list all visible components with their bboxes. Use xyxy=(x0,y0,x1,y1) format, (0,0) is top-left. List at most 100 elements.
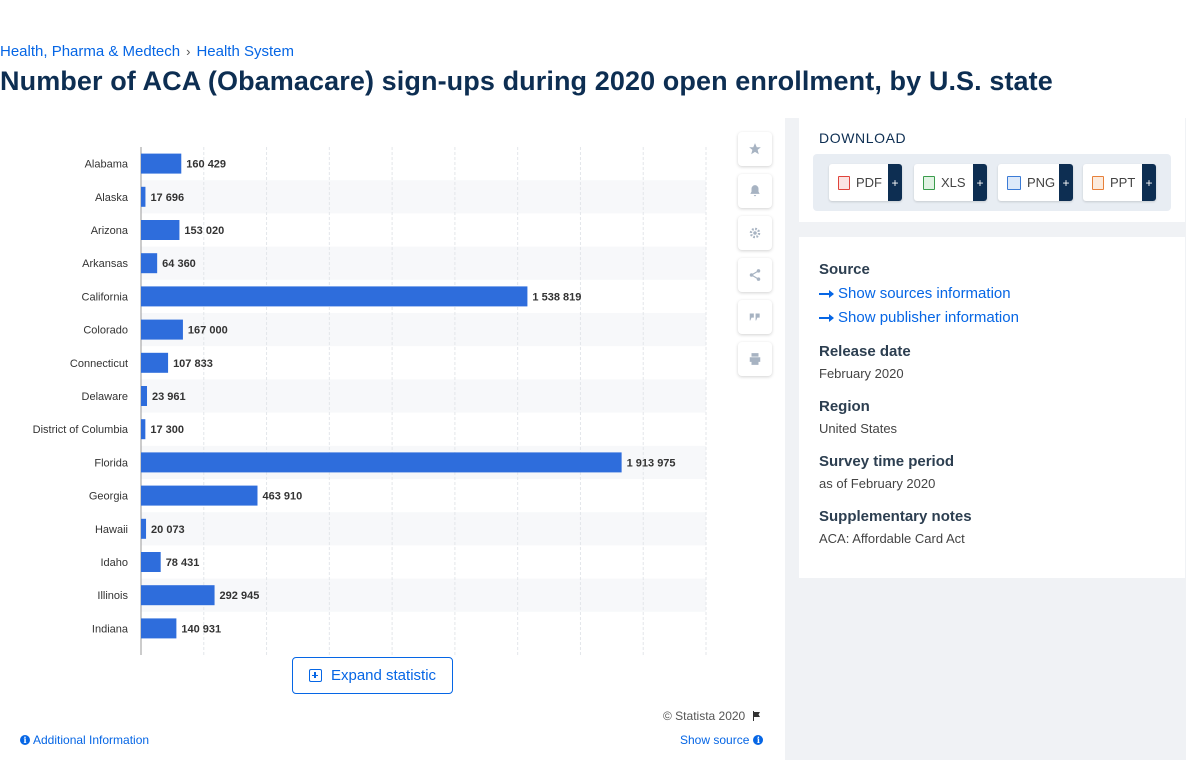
arrow-right-icon xyxy=(819,313,834,322)
download-xls-button[interactable]: XLS + xyxy=(914,164,987,201)
category-label: Illinois xyxy=(97,590,128,602)
additional-information-label: Additional Information xyxy=(33,733,150,747)
row-band xyxy=(141,246,706,280)
show-sources-link[interactable]: Show sources information xyxy=(819,285,1011,302)
data-label: 1 913 975 xyxy=(627,457,676,469)
region-label: Region xyxy=(819,398,870,415)
bar-hawaii[interactable] xyxy=(141,518,147,539)
download-ppt-button[interactable]: PPT + xyxy=(1083,164,1156,201)
category-label: Hawaii xyxy=(95,524,128,536)
download-pdf-label: PDF xyxy=(856,175,882,190)
expand-statistic-label: Expand statistic xyxy=(330,667,437,684)
notification-button[interactable] xyxy=(738,174,772,208)
copyright-text: © Statista 2020 xyxy=(663,709,746,723)
bar-delaware[interactable] xyxy=(141,386,148,406)
category-label: Alabama xyxy=(85,159,129,171)
chart-toolbar xyxy=(738,132,772,384)
source-label: Source xyxy=(819,261,870,278)
data-label: 463 910 xyxy=(262,491,302,503)
info-icon: i xyxy=(20,735,30,745)
data-label: 160 429 xyxy=(186,159,226,171)
statistic-details-card: Source Show sources information Show pub… xyxy=(799,237,1185,578)
share-icon xyxy=(749,269,761,281)
data-label: 153 020 xyxy=(184,225,224,237)
bar-georgia[interactable] xyxy=(141,485,258,506)
download-card: DOWNLOAD PDF + XLS + PNG + PPT + xyxy=(799,118,1185,222)
download-xls-label: XLS xyxy=(941,175,966,190)
download-png-plus[interactable]: + xyxy=(1059,164,1073,201)
row-band xyxy=(141,180,706,214)
category-label: Arkansas xyxy=(82,258,128,270)
chart-card: Alabama 160 429 Alaska 17 696 Arizona 153 020… xyxy=(0,118,785,760)
category-label: Indiana xyxy=(92,623,129,635)
arrow-right-icon xyxy=(819,289,834,298)
category-label: Arizona xyxy=(91,225,129,237)
share-button[interactable] xyxy=(738,258,772,292)
show-sources-label: Show sources information xyxy=(838,285,1011,302)
bar-connecticut[interactable] xyxy=(141,352,169,373)
bar-idaho[interactable] xyxy=(141,552,161,572)
release-date-value: February 2020 xyxy=(819,366,904,381)
category-label: California xyxy=(82,291,129,303)
download-title: DOWNLOAD xyxy=(819,130,907,146)
breadcrumb-category-link[interactable]: Health, Pharma & Medtech xyxy=(0,43,180,60)
breadcrumb-subcategory-link[interactable]: Health System xyxy=(196,43,294,60)
flag-icon[interactable] xyxy=(751,710,763,722)
info-icon: i xyxy=(753,735,764,745)
data-label: 17 300 xyxy=(150,424,184,436)
bar-florida[interactable] xyxy=(141,452,622,473)
data-label: 1 538 819 xyxy=(532,291,581,303)
png-file-icon xyxy=(1007,175,1021,190)
category-label: Georgia xyxy=(89,491,129,503)
row-band xyxy=(141,379,706,413)
download-png-label: PNG xyxy=(1027,175,1056,190)
download-ppt-plus[interactable]: + xyxy=(1142,164,1156,201)
category-label: Delaware xyxy=(82,391,128,403)
supplementary-notes-label: Supplementary notes xyxy=(819,508,972,525)
bar-indiana[interactable] xyxy=(141,618,177,639)
page-title: Number of ACA (Obamacare) sign-ups durin… xyxy=(0,66,1053,96)
show-source-link[interactable]: Show source i xyxy=(680,733,764,747)
data-label: 17 696 xyxy=(150,192,184,204)
survey-period-label: Survey time period xyxy=(819,453,955,470)
download-png-button[interactable]: PNG + xyxy=(998,164,1073,201)
show-source-label: Show source xyxy=(680,733,750,747)
bar-california[interactable] xyxy=(141,286,528,307)
bar-arkansas[interactable] xyxy=(141,253,158,274)
xls-file-icon xyxy=(923,175,935,190)
data-label: 167 000 xyxy=(188,325,228,337)
pdf-file-icon xyxy=(838,175,850,190)
data-label: 107 833 xyxy=(173,358,213,370)
copyright: © Statista 2020 xyxy=(663,709,763,723)
bar-district-of-columbia[interactable] xyxy=(141,419,146,440)
download-pdf-button[interactable]: PDF + xyxy=(829,164,902,201)
row-band xyxy=(141,512,706,546)
bar-alaska[interactable] xyxy=(141,186,146,207)
bar-alabama[interactable] xyxy=(141,153,182,174)
bar-arizona[interactable] xyxy=(141,220,180,240)
expand-statistic-button[interactable]: Expand statistic xyxy=(292,657,453,694)
print-button[interactable] xyxy=(738,342,772,376)
data-label: 23 961 xyxy=(152,391,186,403)
download-ppt-label: PPT xyxy=(1110,175,1136,190)
data-label: 292 945 xyxy=(220,590,260,602)
bar-illinois[interactable] xyxy=(141,585,215,606)
category-label: Florida xyxy=(94,457,129,469)
gear-icon xyxy=(749,227,761,239)
show-publisher-link[interactable]: Show publisher information xyxy=(819,309,1019,326)
favorite-button[interactable] xyxy=(738,132,772,166)
download-xls-plus[interactable]: + xyxy=(973,164,987,201)
region-value: United States xyxy=(819,421,898,436)
breadcrumb: Health, Pharma & Medtech › Health System xyxy=(0,43,294,60)
supplementary-notes-value: ACA: Affordable Card Act xyxy=(819,531,965,546)
survey-period-value: as of February 2020 xyxy=(819,476,936,491)
ppt-file-icon xyxy=(1092,175,1104,190)
download-pdf-plus[interactable]: + xyxy=(888,164,902,201)
show-publisher-label: Show publisher information xyxy=(838,309,1019,326)
settings-button[interactable] xyxy=(738,216,772,250)
quote-icon xyxy=(749,313,760,321)
bar-colorado[interactable] xyxy=(141,319,183,340)
cite-button[interactable] xyxy=(738,300,772,334)
additional-information-link[interactable]: i Additional Information xyxy=(20,733,149,747)
category-label: Alaska xyxy=(95,192,129,204)
